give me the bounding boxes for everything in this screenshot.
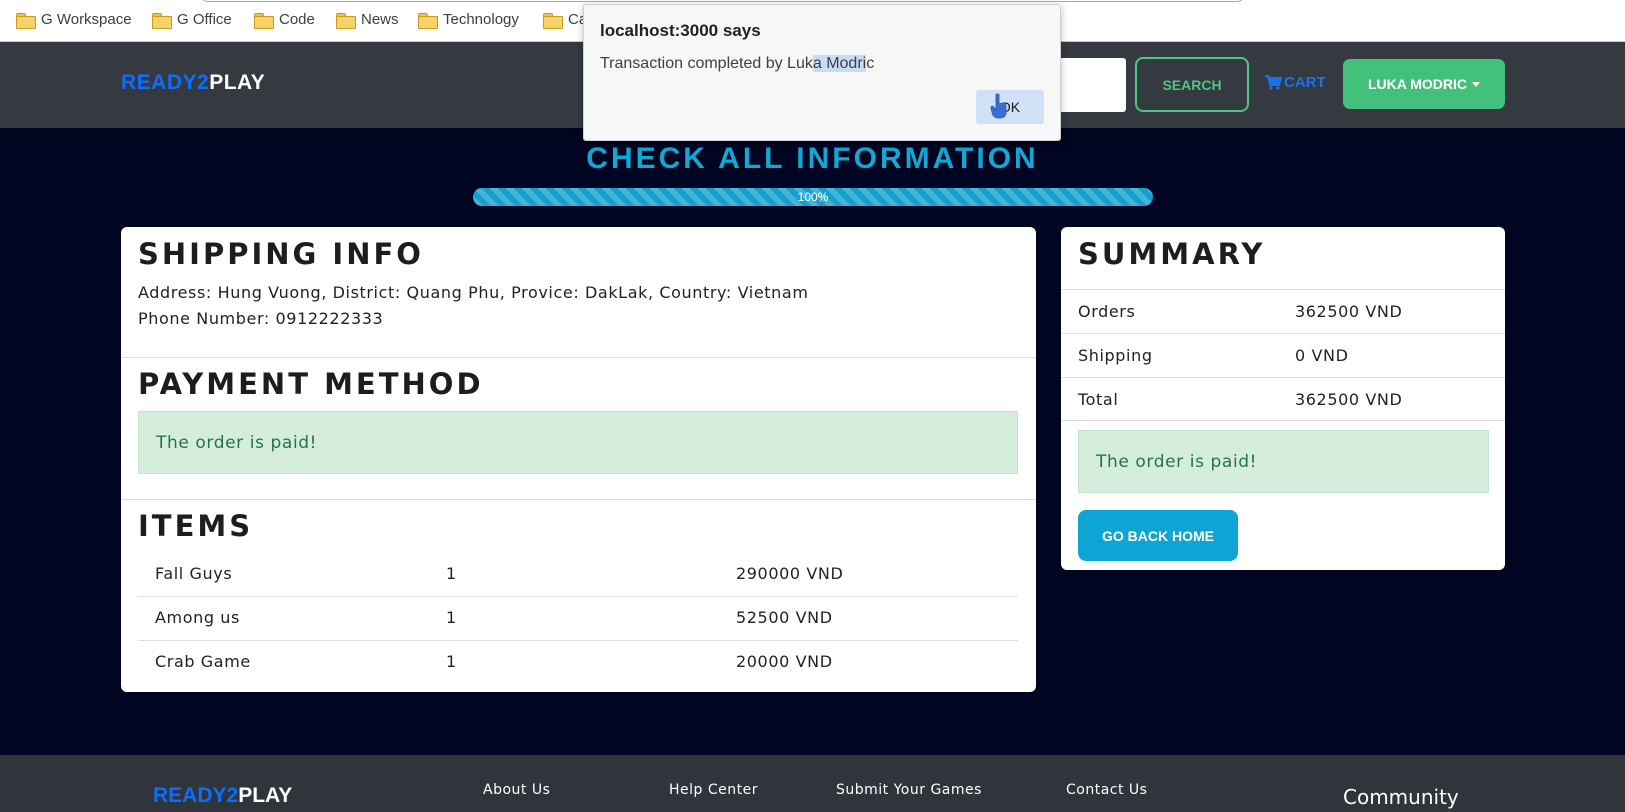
bookmark-g-workspace[interactable]: G Workspace: [16, 11, 132, 29]
summary-status-alert: The order is paid!: [1078, 430, 1489, 493]
item-price: 290000 VND: [736, 564, 844, 583]
footer: READY2PLAY About Us Help Center Submit Y…: [0, 755, 1625, 812]
item-name: Crab Game: [155, 652, 251, 671]
user-name: LUKA MODRIC: [1367, 76, 1468, 92]
search-button[interactable]: SEARCH: [1135, 57, 1249, 112]
shipping-address: Address: Hung Vuong, District: Quang Phu…: [138, 283, 809, 302]
brand-part-1: READY2: [153, 784, 239, 807]
address-bar-edge[interactable]: [200, 0, 1245, 2]
alert-dialog: localhost:3000 says Transaction complete…: [583, 4, 1061, 141]
summary-heading: SUMMARY: [1078, 237, 1266, 271]
brand-logo[interactable]: READY2PLAY: [121, 71, 265, 95]
section-divider: [121, 499, 1036, 500]
folder-icon: [336, 12, 356, 29]
payment-heading: PAYMENT METHOD: [138, 367, 484, 401]
footer-link-about[interactable]: About Us: [483, 782, 550, 798]
items-heading: ITEMS: [138, 509, 254, 543]
cart-label: CART: [1284, 74, 1326, 91]
shipping-heading: SHIPPING INFO: [138, 237, 424, 271]
dialog-message-selection: a Modri: [812, 55, 867, 72]
folder-icon: [543, 12, 563, 29]
order-details-card: SHIPPING INFO Address: Hung Vuong, Distr…: [121, 227, 1036, 692]
folder-icon: [152, 12, 172, 29]
dialog-message: Transaction completed by Luka Modric: [600, 55, 874, 73]
summary-label: Shipping: [1078, 346, 1153, 365]
caret-down-icon: [1472, 81, 1481, 87]
folder-icon: [418, 12, 438, 29]
footer-brand[interactable]: READY2PLAY: [153, 784, 292, 808]
item-price: 52500 VND: [736, 608, 833, 627]
bookmark-label: News: [361, 11, 399, 28]
bookmark-g-office[interactable]: G Office: [152, 11, 232, 29]
row-divider: [1061, 420, 1505, 421]
section-divider: [1061, 289, 1505, 290]
hand-cursor-icon: [990, 93, 1007, 119]
dialog-message-part: c: [866, 55, 875, 72]
cart-link[interactable]: CART: [1265, 74, 1326, 91]
row-divider: [1061, 377, 1505, 378]
dialog-message-part: Transaction completed by Luk: [600, 55, 813, 72]
footer-link-help[interactable]: Help Center: [669, 782, 758, 798]
row-divider: [1061, 333, 1505, 334]
summary-value: 362500 VND: [1295, 390, 1403, 409]
dialog-title: localhost:3000 says: [600, 21, 761, 40]
footer-community-heading: Community: [1343, 785, 1459, 809]
summary-card: SUMMARY Orders 362500 VND Shipping 0 VND…: [1061, 227, 1505, 570]
folder-icon: [16, 12, 36, 29]
summary-value: 0 VND: [1295, 346, 1349, 365]
shipping-phone: Phone Number: 0912222333: [138, 309, 384, 328]
bookmark-ca[interactable]: Ca: [543, 11, 587, 29]
shopping-cart-icon: [1265, 75, 1282, 90]
bookmark-label: Code: [279, 11, 315, 28]
item-name: Among us: [155, 608, 240, 627]
row-divider: [138, 596, 1018, 597]
footer-link-submit-games[interactable]: Submit Your Games: [836, 782, 982, 798]
bookmark-news[interactable]: News: [336, 11, 399, 29]
item-name: Fall Guys: [155, 564, 233, 583]
item-quantity: 1: [446, 564, 457, 583]
item-price: 20000 VND: [736, 652, 833, 671]
item-quantity: 1: [446, 608, 457, 627]
bookmark-code[interactable]: Code: [254, 11, 315, 29]
user-menu-button[interactable]: LUKA MODRIC: [1343, 59, 1505, 109]
bookmark-label: Technology: [443, 11, 519, 28]
summary-label: Orders: [1078, 302, 1136, 321]
payment-status-alert: The order is paid!: [138, 411, 1018, 474]
go-back-home-button[interactable]: GO BACK HOME: [1078, 510, 1238, 561]
item-quantity: 1: [446, 652, 457, 671]
row-divider: [138, 640, 1018, 641]
folder-icon: [254, 12, 274, 29]
brand-part-2: PLAY: [209, 71, 266, 94]
brand-part-2: PLAY: [238, 784, 293, 807]
brand-part-1: READY2: [121, 71, 210, 94]
summary-value: 362500 VND: [1295, 302, 1403, 321]
checkout-progress: 100%: [473, 188, 1153, 206]
bookmark-label: G Workspace: [41, 11, 132, 28]
bookmark-label: G Office: [177, 11, 232, 28]
progress-bar-fill: 100%: [473, 188, 1153, 206]
summary-label: Total: [1078, 390, 1119, 409]
footer-link-contact[interactable]: Contact Us: [1066, 782, 1147, 798]
bookmark-technology[interactable]: Technology: [418, 11, 519, 29]
dialog-ok-button[interactable]: OK: [976, 90, 1044, 124]
progress-label: 100%: [797, 190, 829, 204]
page-title: CHECK ALL INFORMATION: [586, 142, 1039, 175]
section-divider: [121, 357, 1036, 358]
